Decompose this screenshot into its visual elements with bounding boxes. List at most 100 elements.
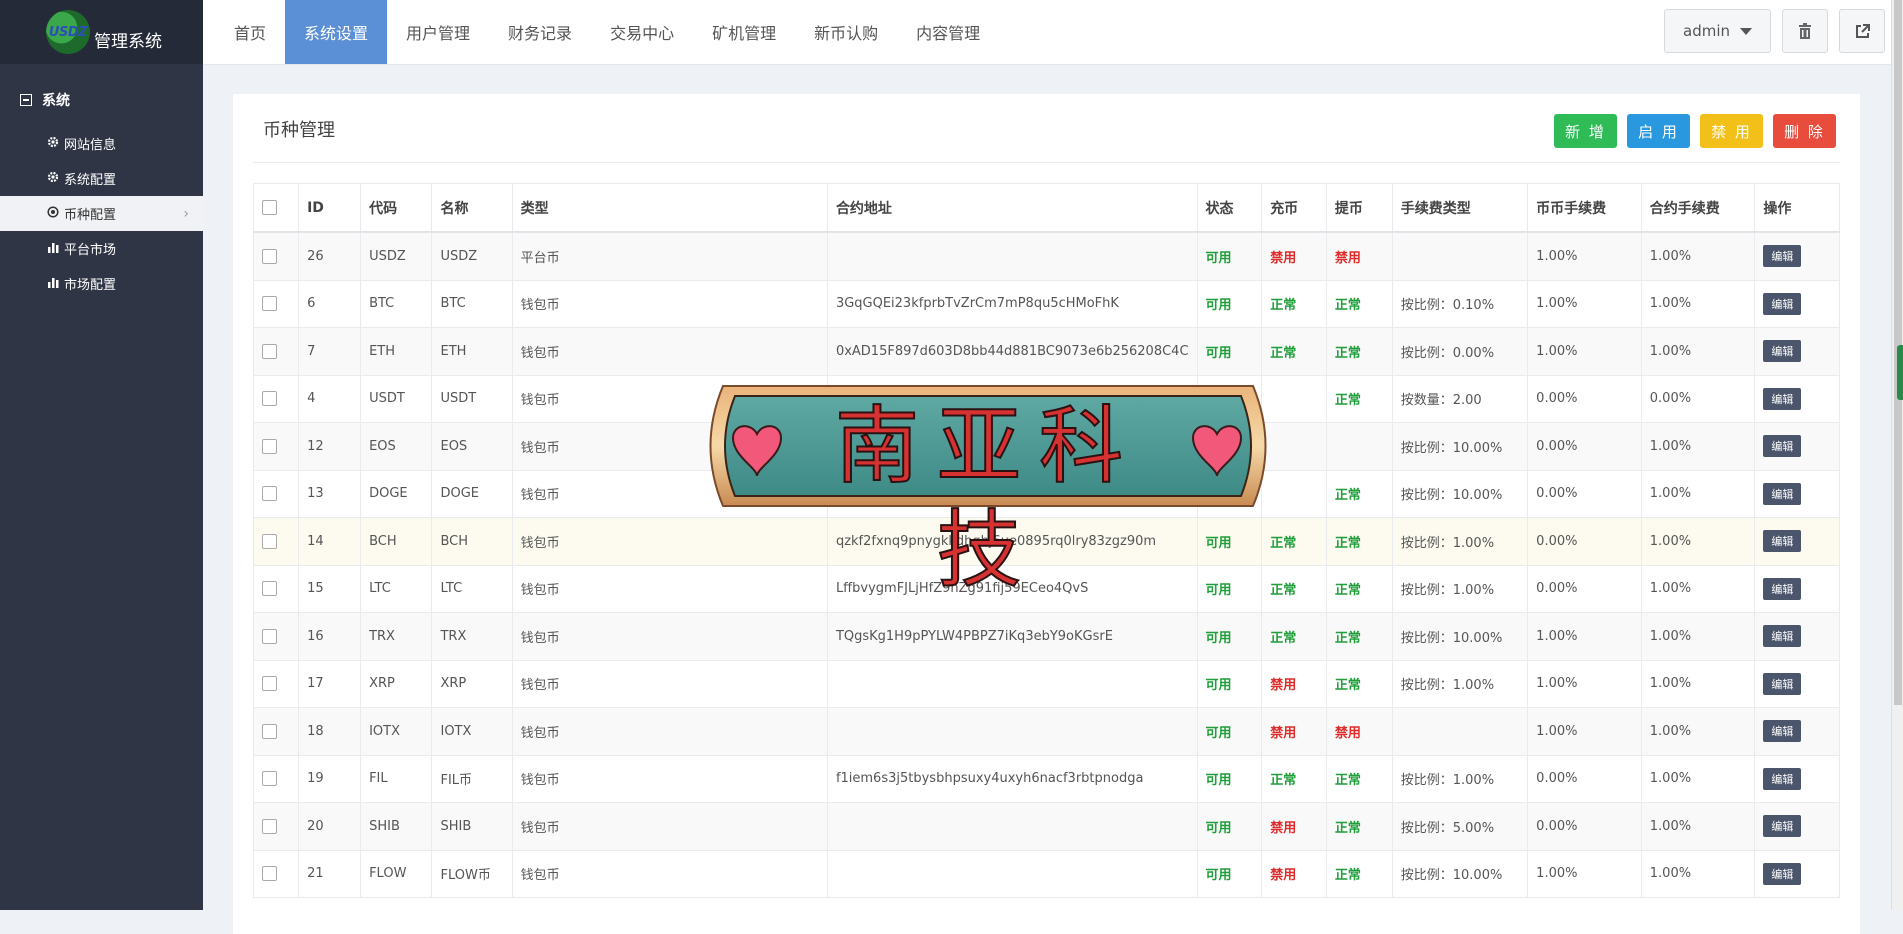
sidebar-item-3[interactable]: 平台市场	[0, 231, 203, 266]
disable-button[interactable]: 禁 用	[1700, 114, 1763, 148]
column-header: 提币	[1325, 183, 1393, 233]
sidebar-item-1[interactable]: 系统配置	[0, 161, 203, 196]
sidebar-item-2[interactable]: 币种配置 ›	[0, 196, 203, 231]
cell-value: 正常	[1270, 583, 1297, 599]
row-id: 16	[298, 612, 362, 661]
edit-button[interactable]: 编辑	[1763, 530, 1802, 553]
watermark-text: 南亚科技	[834, 396, 1141, 600]
cell-value: 按比例：10.00%	[1400, 440, 1503, 456]
enable-button[interactable]: 启 用	[1627, 114, 1690, 148]
cell-value: DOGE	[369, 486, 408, 502]
nav-tab-0[interactable]: 首页	[215, 0, 285, 64]
cell-value: 21	[307, 866, 324, 882]
row-checkbox[interactable]	[262, 866, 277, 882]
row-checkbox[interactable]	[262, 818, 277, 834]
sidebar-item-0[interactable]: 网站信息	[0, 126, 203, 161]
edit-button[interactable]: 编辑	[1763, 292, 1802, 315]
row-checkbox[interactable]	[262, 248, 277, 264]
cell-value: 15	[307, 581, 324, 597]
row-fee-type	[1391, 231, 1529, 281]
row-name: IOTX	[431, 707, 513, 756]
row-deposit: 正常	[1261, 279, 1327, 328]
row-checkbox[interactable]	[262, 391, 277, 407]
nav-tab-1[interactable]: 系统设置	[285, 0, 388, 64]
top-nav: 首页 系统设置 用户管理 财务记录 交易中心 矿机管理 新币认购 内容管理	[203, 0, 1903, 64]
globe-logo-icon: USDZ	[46, 10, 90, 54]
edit-button[interactable]: 编辑	[1763, 435, 1802, 458]
clear-cache-button[interactable]	[1782, 9, 1828, 53]
edit-button[interactable]: 编辑	[1763, 767, 1802, 790]
nav-tab-2[interactable]: 用户管理	[387, 0, 489, 64]
row-name: ETH	[431, 327, 513, 376]
cell-value: 1.00%	[1536, 676, 1578, 692]
row-select-cell	[252, 231, 300, 281]
delete-button[interactable]: 删 除	[1773, 114, 1836, 148]
table-row: 20 SHIB SHIB 钱包币 可用 禁用 正常 按比例：5.00% 0.00% 1.00% 编辑	[252, 802, 1840, 851]
row-withdraw: 正常	[1325, 564, 1393, 613]
cell-value: 按比例：1.00%	[1400, 583, 1495, 599]
row-spot-fee: 0.00%	[1527, 517, 1642, 566]
nav-tab-7[interactable]: 内容管理	[897, 0, 999, 64]
row-code: USDZ	[360, 231, 433, 281]
row-checkbox[interactable]	[262, 343, 277, 359]
edit-button[interactable]: 编辑	[1763, 245, 1802, 268]
row-id: 7	[298, 327, 362, 376]
nav-tab-6[interactable]: 新币认购	[795, 0, 897, 64]
row-deposit: 禁用	[1261, 802, 1327, 851]
logout-button[interactable]	[1839, 9, 1885, 53]
row-fee-type	[1391, 707, 1529, 756]
cell-value: 正常	[1334, 535, 1361, 551]
row-withdraw: 正常	[1325, 469, 1393, 518]
nav-tab-4[interactable]: 交易中心	[591, 0, 693, 64]
row-checkbox[interactable]	[262, 771, 277, 787]
edit-button[interactable]: 编辑	[1763, 672, 1802, 695]
row-fee-type: 按比例：10.00%	[1391, 469, 1529, 518]
row-checkbox[interactable]	[262, 486, 277, 502]
column-header: 状态	[1196, 183, 1263, 233]
cell-value: FIL币	[440, 773, 473, 789]
cell-value: 正常	[1270, 773, 1297, 789]
nav-tab-3[interactable]: 财务记录	[489, 0, 591, 64]
edit-button[interactable]: 编辑	[1763, 482, 1802, 505]
page-scrollbar[interactable]	[1891, 0, 1903, 910]
cell-value: 禁用	[1270, 868, 1297, 884]
row-code: ETH	[360, 327, 433, 376]
sidebar-item-4[interactable]: 市场配置	[0, 266, 203, 301]
edit-button[interactable]: 编辑	[1763, 720, 1802, 743]
sidebar-group-system[interactable]: 系统	[0, 84, 203, 116]
edit-button[interactable]: 编辑	[1763, 577, 1802, 600]
edit-button[interactable]: 编辑	[1763, 340, 1802, 363]
cell-value: 0.00%	[1649, 391, 1692, 407]
row-checkbox[interactable]	[262, 438, 277, 454]
row-checkbox[interactable]	[262, 581, 277, 597]
row-select-cell	[252, 707, 300, 756]
add-button[interactable]: 新 增	[1554, 114, 1617, 148]
row-status: 可用	[1196, 231, 1263, 281]
row-type: 钱包币	[511, 754, 828, 803]
cell-value: 0xAD15F897d603D8bb44d881BC9073e6b256208C…	[835, 343, 1189, 359]
edit-button[interactable]: 编辑	[1763, 815, 1802, 838]
row-checkbox[interactable]	[262, 296, 277, 312]
row-checkbox[interactable]	[262, 533, 277, 549]
select-all-checkbox[interactable]	[262, 200, 277, 215]
row-checkbox[interactable]	[262, 676, 277, 692]
row-select-cell	[252, 279, 300, 328]
row-contract	[826, 849, 1198, 898]
row-status: 可用	[1196, 612, 1263, 661]
side-widget-tab[interactable]	[1897, 345, 1903, 400]
admin-dropdown[interactable]: admin	[1664, 9, 1771, 53]
cell-value: 1.00%	[1649, 628, 1692, 644]
row-checkbox[interactable]	[262, 628, 277, 644]
row-type: 钱包币	[511, 612, 828, 661]
column-header: ID	[298, 183, 362, 233]
nav-tab-5[interactable]: 矿机管理	[693, 0, 795, 64]
edit-button[interactable]: 编辑	[1763, 387, 1802, 410]
edit-button[interactable]: 编辑	[1763, 862, 1802, 885]
cell-value: LTC	[369, 581, 391, 597]
cell-value: 可用	[1205, 773, 1232, 789]
edit-button[interactable]: 编辑	[1763, 625, 1802, 648]
cell-value: ETH	[369, 343, 396, 359]
row-checkbox[interactable]	[262, 723, 277, 739]
row-contract-fee: 1.00%	[1640, 279, 1756, 328]
column-header: 币币手续费	[1527, 183, 1642, 233]
